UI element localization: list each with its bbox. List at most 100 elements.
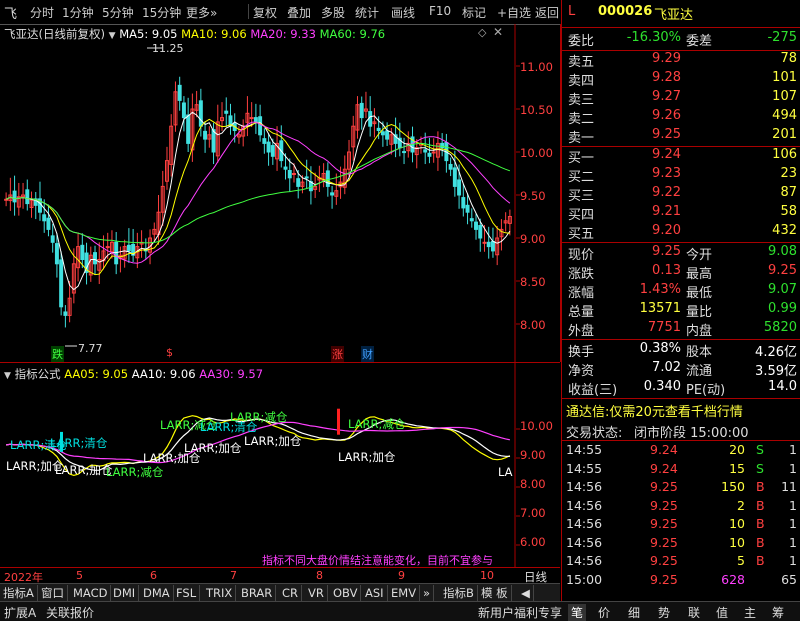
stat-label: 外盘	[568, 324, 595, 339]
tick-time: 14:56	[566, 479, 603, 494]
candle-body	[211, 129, 216, 153]
candle-body	[465, 204, 470, 213]
tick-row[interactable]: 14:56 9.25 5 B 1	[562, 553, 800, 572]
price-axis: 11.00 10.50 10.00 9.50 9.00 8.50 8.00	[516, 24, 560, 362]
toolbar-statistics[interactable]: 统计	[355, 4, 379, 21]
toolbar-15min[interactable]: 15分钟	[142, 4, 181, 21]
signal-annotation: LARR;加仓	[184, 441, 242, 455]
toolbar-draw-line[interactable]: 画线	[391, 4, 415, 21]
promo-link[interactable]: 通达信:仅需20元查看千档行情	[566, 401, 743, 420]
tick-time: 14:56	[566, 534, 603, 550]
tab-value[interactable]: 值	[716, 604, 728, 621]
tab-template[interactable]: 模 板	[478, 585, 512, 601]
toolbar-f10[interactable]: F10	[429, 4, 451, 18]
tab-emv[interactable]: EMV	[388, 585, 421, 601]
tab-dma[interactable]: DMA	[140, 585, 174, 601]
bid-row[interactable]: 买二 9.23 23	[562, 166, 800, 185]
toolbar-adjust[interactable]: 复权	[253, 4, 277, 21]
ask-row[interactable]: 卖二 9.26 494	[562, 108, 800, 127]
tab-brar[interactable]: BRAR	[238, 585, 277, 601]
stat-row: 涨幅 1.43% 最低 9.07	[562, 282, 800, 301]
ask-row[interactable]: 卖一 9.25 201	[562, 127, 800, 146]
tab-asi[interactable]: ASI	[362, 585, 388, 601]
bid-price: 9.23	[652, 166, 681, 181]
bottom-bar: 扩展A 关联报价 新用户福利专享 笔 价 细 势 联 值 主 筹	[0, 601, 800, 621]
bid-levels: 买一 9.24 106 买二 9.23 23 买三 9.22 87 买四 9.21 58 买五 9.20 4…	[562, 147, 800, 242]
tab-macd[interactable]: MACD	[70, 585, 112, 601]
toolbar-mark[interactable]: 标记	[462, 4, 486, 21]
bid-volume: 106	[772, 147, 797, 162]
toolbar-intraday[interactable]: 分时	[30, 4, 54, 21]
price-tick: 8.50	[520, 275, 546, 289]
event-label-dividend[interactable]: $	[166, 346, 173, 359]
ask-row[interactable]: 卖三 9.27 107	[562, 89, 800, 108]
bid-row[interactable]: 买三 9.22 87	[562, 185, 800, 204]
tab-vr[interactable]: VR	[305, 585, 328, 601]
tab-ticks[interactable]: 笔	[568, 604, 587, 621]
bid-row[interactable]: 买五 9.20 432	[562, 223, 800, 242]
tick-row[interactable]: 15:00 9.25 628 65	[562, 572, 800, 591]
ask-label: 卖五	[568, 55, 595, 70]
toolbar-1min[interactable]: 1分钟	[62, 4, 94, 21]
tab-fsl[interactable]: FSL	[173, 585, 201, 601]
app-logo: 飞	[4, 7, 18, 22]
ma20-line	[5, 121, 511, 264]
candle-body	[63, 311, 68, 316]
event-label-finance[interactable]: 财	[361, 346, 374, 362]
tab-trend[interactable]: 势	[658, 604, 670, 621]
tab-indicator-b[interactable]: 指标B	[440, 585, 478, 601]
event-label-rise[interactable]: 涨	[331, 346, 344, 362]
tab-window[interactable]: 窗口	[38, 585, 68, 601]
tab-scroll-left[interactable]: ◀	[518, 585, 534, 601]
ask-row[interactable]: 卖五 9.29 78	[562, 51, 800, 70]
promo-row[interactable]: 通达信:仅需20元查看千档行情	[562, 401, 800, 420]
ask-volume: 78	[780, 51, 797, 66]
toolbar-5min[interactable]: 5分钟	[102, 4, 134, 21]
stat-row: 外盘 7751 内盘 5820	[562, 320, 800, 339]
tick-price: 9.25	[650, 516, 678, 531]
indicator-tabs: 指标A 窗口 MACD DMI DMA FSL TRIX BRAR CR VR …	[0, 583, 560, 602]
close-icon[interactable]: ✕	[493, 25, 503, 39]
tick-row[interactable]: 14:55 9.24 20 S 1	[562, 442, 800, 461]
tab-detail[interactable]: 细	[628, 604, 640, 621]
tab-more[interactable]: »	[420, 585, 435, 601]
tick-count: 1	[789, 516, 797, 531]
tick-price: 9.24	[650, 460, 678, 476]
related-quotes-button[interactable]: 关联报价	[46, 604, 94, 621]
event-label-fall[interactable]: 跌	[51, 346, 64, 362]
tab-chips[interactable]: 筹	[772, 604, 784, 621]
stock-code: 000026	[598, 4, 653, 19]
stat-label: 最低	[686, 286, 713, 301]
toolbar-back[interactable]: 返回	[535, 4, 559, 21]
tick-row[interactable]: 14:55 9.24 15 S 1	[562, 461, 800, 480]
indicator-chart-pane[interactable]: ▼ 指标公式 AA05: 9.05 AA10: 9.06 AA30: 9.57 …	[0, 362, 560, 568]
tab-indicator-a[interactable]: 指标A	[0, 585, 38, 601]
tick-row[interactable]: 14:56 9.25 10 B 1	[562, 535, 800, 554]
chevron-down-icon[interactable]: ▼	[109, 31, 116, 41]
ask-row[interactable]: 卖四 9.28 101	[562, 70, 800, 89]
expand-a-button[interactable]: 扩展A	[4, 604, 36, 621]
new-user-benefit-link[interactable]: 新用户福利专享	[478, 604, 562, 621]
bid-volume: 87	[780, 185, 797, 200]
tab-linked[interactable]: 联	[688, 604, 700, 621]
toolbar-more[interactable]: 更多»	[186, 4, 217, 21]
bid-row[interactable]: 买一 9.24 106	[562, 147, 800, 166]
tick-row[interactable]: 14:56 9.25 150 B 11	[562, 479, 800, 498]
tab-main[interactable]: 主	[744, 604, 756, 621]
bid-label: 买一	[568, 151, 595, 166]
toolbar-multi-stock[interactable]: 多股	[321, 4, 345, 21]
toolbar-overlay[interactable]: 叠加	[287, 4, 311, 21]
tick-row[interactable]: 14:56 9.25 10 B 1	[562, 516, 800, 535]
signal-annotation: LARR;加仓	[55, 463, 113, 477]
tab-cr[interactable]: CR	[279, 585, 303, 601]
tab-price[interactable]: 价	[598, 604, 610, 621]
chevron-down-icon[interactable]: ▼	[4, 371, 11, 381]
toolbar-add-watchlist[interactable]: +自选	[497, 4, 531, 21]
diamond-icon[interactable]: ◇	[478, 26, 486, 39]
bid-row[interactable]: 买四 9.21 58	[562, 204, 800, 223]
tab-trix[interactable]: TRIX	[203, 585, 237, 601]
kline-chart-pane[interactable]: 11.25 7.77 飞亚达(日线前复权) ▼ MA5: 9.05 MA10: …	[0, 24, 561, 362]
tick-row[interactable]: 14:56 9.25 2 B 1	[562, 498, 800, 517]
tab-dmi[interactable]: DMI	[110, 585, 140, 601]
tab-obv[interactable]: OBV	[330, 585, 362, 601]
